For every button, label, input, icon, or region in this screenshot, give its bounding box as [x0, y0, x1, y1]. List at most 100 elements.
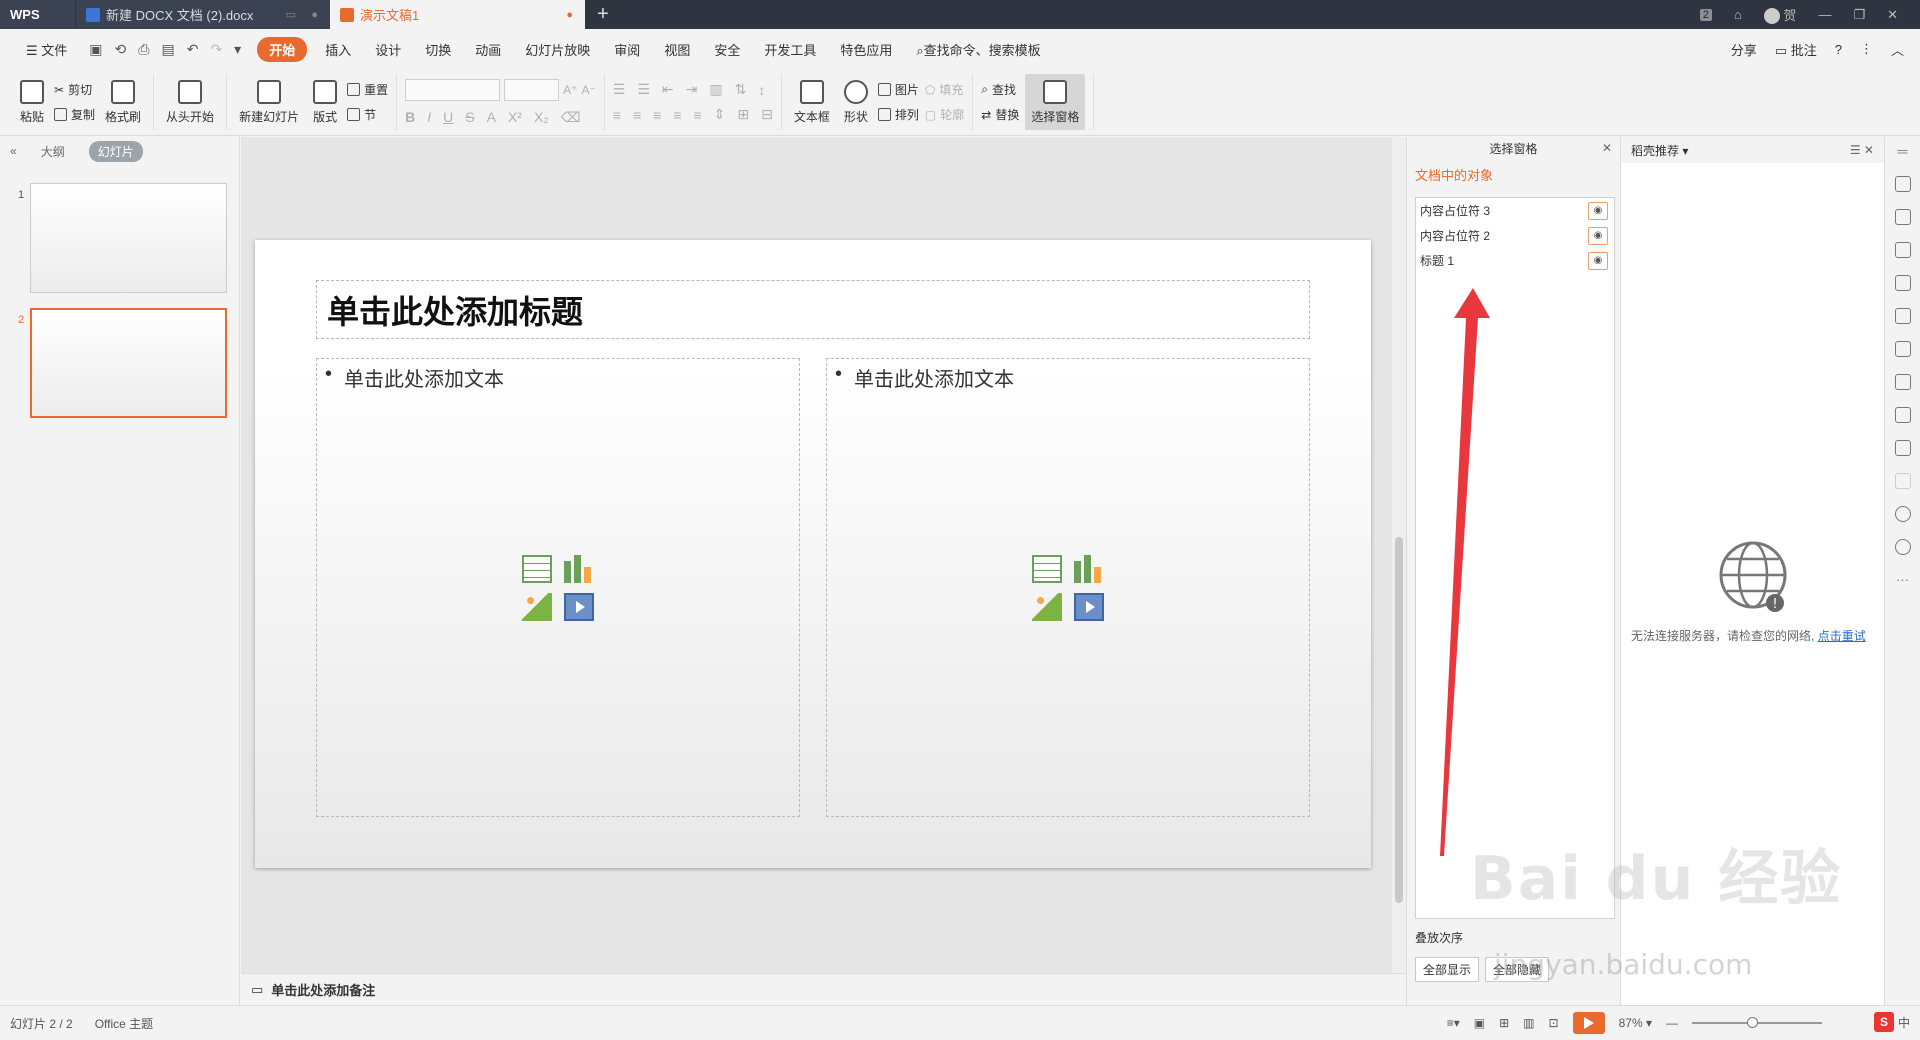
- vertical-align-icon[interactable]: ⇕: [714, 106, 726, 123]
- copy-button[interactable]: 复制: [54, 106, 95, 123]
- justify-icon[interactable]: ≡: [673, 107, 681, 123]
- menu-design[interactable]: 设计: [363, 40, 413, 59]
- layout-button[interactable]: 版式: [309, 74, 341, 130]
- notes-bar[interactable]: ▭ 单击此处添加备注: [241, 973, 1406, 1005]
- recommend-dropdown[interactable]: 稻壳推荐 ▾: [1631, 142, 1688, 159]
- history-icon[interactable]: [1894, 506, 1911, 522]
- customize-dropdown-icon[interactable]: ▾: [234, 41, 241, 58]
- theme-name[interactable]: Office 主题: [95, 1015, 153, 1032]
- close-icon[interactable]: ☰ ✕: [1850, 143, 1874, 157]
- columns-icon[interactable]: ▥: [709, 81, 722, 98]
- tab-slides[interactable]: 幻灯片: [88, 140, 143, 162]
- clear-format-icon[interactable]: ⌫: [561, 109, 581, 126]
- slide-thumbnail-selected[interactable]: [30, 308, 227, 418]
- menu-security[interactable]: 安全: [702, 40, 752, 59]
- settings-sliders-icon[interactable]: [1894, 308, 1911, 324]
- align-right-icon[interactable]: ≡: [653, 107, 661, 123]
- pin-icon[interactable]: [1894, 176, 1911, 192]
- increase-indent-icon[interactable]: ⇥: [686, 81, 698, 98]
- close-icon[interactable]: ✕: [1887, 7, 1898, 23]
- slide-thumbnail[interactable]: [30, 183, 227, 293]
- show-all-button[interactable]: 全部显示: [1415, 957, 1480, 982]
- sync-icon[interactable]: ⟲: [115, 41, 127, 58]
- notes-toggle-icon[interactable]: ≡▾: [1447, 1016, 1460, 1030]
- restore-icon[interactable]: ❐: [1853, 7, 1865, 23]
- window-count-badge[interactable]: 2: [1699, 8, 1712, 21]
- insert-table-icon[interactable]: [1032, 554, 1062, 583]
- find-button[interactable]: ⌕ 查找: [981, 81, 1019, 98]
- picture-button[interactable]: 图片: [877, 81, 919, 98]
- zoom-slider[interactable]: [1692, 1017, 1822, 1028]
- underline-icon[interactable]: U: [443, 109, 453, 125]
- image-icon[interactable]: [1894, 407, 1911, 423]
- shape-button[interactable]: 形状: [840, 74, 872, 130]
- save-icon[interactable]: ▣: [89, 41, 102, 58]
- tab-wps-home[interactable]: WPS: [0, 0, 75, 29]
- insert-picture-icon[interactable]: [1032, 592, 1062, 621]
- menu-home[interactable]: 开始: [257, 36, 308, 62]
- slide-canvas[interactable]: 单击此处添加标题 • 单击此处添加文本 • 单击此处添加文本: [255, 240, 1371, 868]
- slide-sorter-icon[interactable]: ⊞: [1499, 1016, 1509, 1030]
- font-name-combo[interactable]: [405, 78, 501, 101]
- fill-button[interactable]: ⬠ 填充: [925, 81, 964, 98]
- tab-modified-dot-icon[interactable]: ●: [566, 9, 573, 21]
- zoom-level[interactable]: 87% ▾: [1619, 1016, 1652, 1030]
- tab-outline[interactable]: 大纲: [41, 143, 65, 160]
- picture-library-icon[interactable]: [1894, 341, 1911, 357]
- insert-table-icon[interactable]: [522, 554, 552, 583]
- menu-special-apps[interactable]: 特色应用: [828, 40, 904, 59]
- textbox-button[interactable]: 文本框: [790, 74, 834, 130]
- arrange-button[interactable]: 排列: [877, 106, 919, 123]
- selection-pane-button[interactable]: 选择窗格: [1025, 74, 1086, 130]
- vertical-scrollbar[interactable]: [1392, 137, 1406, 973]
- undo-icon[interactable]: ↶: [187, 41, 199, 58]
- retry-link[interactable]: 点击重试: [1818, 629, 1866, 643]
- bullets-icon[interactable]: ☰: [613, 81, 626, 98]
- outline-button[interactable]: ▢ 轮廓: [925, 106, 964, 123]
- collapse-ribbon-icon[interactable]: ︿: [1891, 40, 1904, 59]
- more-icon[interactable]: ⋮: [1860, 41, 1873, 57]
- line-spacing-icon[interactable]: ↕: [758, 82, 765, 98]
- insert-picture-icon[interactable]: [522, 592, 552, 621]
- numbering-icon[interactable]: ☰: [637, 81, 650, 98]
- normal-view-icon[interactable]: ▣: [1474, 1016, 1485, 1030]
- menu-developer[interactable]: 开发工具: [752, 40, 828, 59]
- eye-icon[interactable]: ◉: [1588, 226, 1608, 245]
- menu-slideshow[interactable]: 幻灯片放映: [513, 40, 602, 59]
- insert-chart-icon[interactable]: [564, 554, 594, 583]
- notes-placeholder[interactable]: 单击此处添加备注: [271, 980, 375, 999]
- section-button[interactable]: 节: [347, 106, 388, 123]
- text-direction-icon[interactable]: ⇅: [735, 81, 747, 98]
- shrink-font-icon[interactable]: A⁻: [581, 83, 595, 97]
- cut-button[interactable]: ✂ 剪切: [54, 81, 95, 98]
- close-icon[interactable]: ✕: [1602, 141, 1612, 155]
- menu-animations[interactable]: 动画: [463, 40, 513, 59]
- help-icon[interactable]: [1894, 539, 1911, 555]
- eye-icon[interactable]: ◉: [1588, 251, 1608, 270]
- menu-review[interactable]: 审阅: [602, 40, 652, 59]
- menu-transitions[interactable]: 切换: [413, 40, 463, 59]
- shirt-skin-icon[interactable]: ⌂: [1734, 7, 1742, 22]
- tab-docx-document[interactable]: 新建 DOCX 文档 (2).docx ▭ ●: [75, 0, 330, 29]
- align-center-icon[interactable]: ≡: [633, 107, 641, 123]
- tab-dot-icon[interactable]: ●: [311, 9, 318, 21]
- list-item[interactable]: 标题 1 ◉: [1416, 248, 1614, 273]
- list-item[interactable]: 内容占位符 3 ◉: [1416, 198, 1614, 223]
- help-icon[interactable]: ?: [1835, 42, 1842, 57]
- archive-icon[interactable]: [1894, 374, 1911, 390]
- italic-icon[interactable]: I: [427, 109, 431, 125]
- file-menu[interactable]: ☰ 文件: [14, 40, 79, 59]
- replace-button[interactable]: ⇄ 替换: [981, 106, 1019, 123]
- ime-indicator[interactable]: S中: [1873, 1012, 1910, 1032]
- strikethrough-icon[interactable]: S: [465, 109, 474, 125]
- more-icon[interactable]: ···: [1896, 572, 1909, 587]
- smartart-icon[interactable]: ⊞: [737, 106, 749, 123]
- zoom-out-icon[interactable]: —: [1666, 1016, 1678, 1030]
- shapes-icon[interactable]: [1894, 242, 1911, 258]
- insert-chart-icon[interactable]: [1074, 554, 1104, 583]
- content-placeholder-left[interactable]: • 单击此处添加文本: [316, 358, 800, 817]
- redo-icon[interactable]: ↷: [210, 41, 222, 58]
- menu-insert[interactable]: 插入: [313, 40, 363, 59]
- new-tab-button[interactable]: +: [585, 0, 621, 29]
- command-search[interactable]: ⌕查找命令、搜索模板: [904, 40, 1052, 59]
